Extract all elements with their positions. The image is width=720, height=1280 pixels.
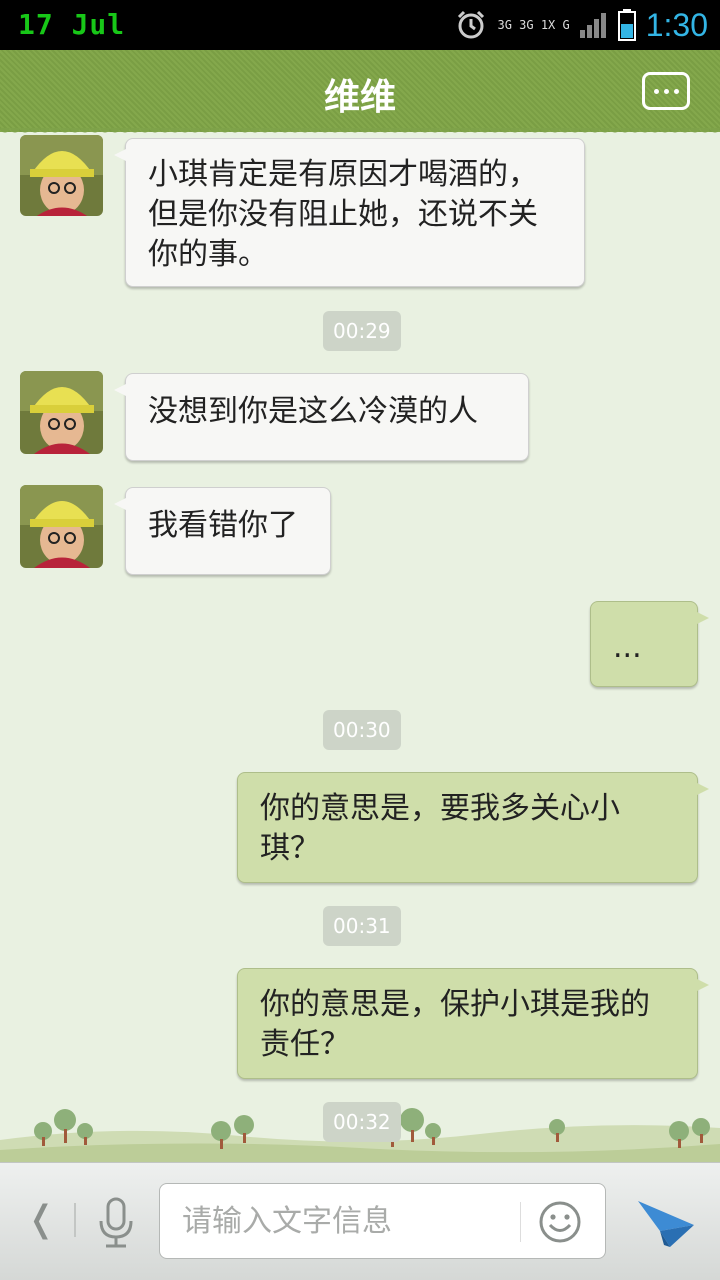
- network-indicator: 3G 3G 1X G: [497, 18, 570, 32]
- timestamp: 00:29: [323, 311, 401, 351]
- message-input-box[interactable]: [159, 1183, 606, 1259]
- message-bubble-outgoing[interactable]: ...: [590, 601, 709, 687]
- timestamp: 00:32: [323, 1102, 401, 1142]
- message-bubble-incoming[interactable]: 小琪肯定是有原因才喝酒的，但是你没有阻止她，还说不关你的事。: [114, 138, 585, 287]
- message-bubble-outgoing[interactable]: 你的意思是，要我多关心小琪？: [237, 772, 709, 883]
- message-text: 没想到你是这么冷漠的人: [148, 394, 478, 429]
- alarm-icon: [458, 10, 485, 39]
- message-text: 小琪肯定是有原因才喝酒的，但是你没有阻止她，还说不关你的事。: [148, 157, 538, 272]
- smiley-icon[interactable]: [538, 1200, 582, 1244]
- timestamp: 00:31: [323, 906, 401, 946]
- message-input[interactable]: [182, 1198, 512, 1244]
- message-bubble-incoming[interactable]: 没想到你是这么冷漠的人: [114, 373, 529, 461]
- message-bubble-outgoing[interactable]: 你的意思是，保护小琪是我的责任？: [237, 968, 709, 1079]
- chevron-left-icon[interactable]: ❬: [26, 1199, 56, 1240]
- message-text: 我看错你了: [148, 508, 298, 543]
- status-date: 17 Jul: [18, 8, 126, 41]
- message-text: 你的意思是，要我多关心小琪？: [260, 791, 620, 866]
- header-scalloped-edge: [0, 128, 720, 138]
- avatar-image: [20, 485, 103, 568]
- chat-header: 维维: [0, 50, 720, 132]
- divider: [74, 1203, 76, 1237]
- divider: [520, 1202, 521, 1242]
- chat-title: 维维: [323, 77, 396, 118]
- input-bar: ❬: [0, 1162, 720, 1280]
- paper-plane-send-icon[interactable]: [636, 1197, 696, 1251]
- contact-avatar[interactable]: [20, 485, 103, 568]
- message-text: ...: [613, 630, 642, 665]
- timestamp: 00:30: [323, 710, 401, 750]
- chat-menu-icon: [653, 88, 659, 94]
- chat-menu-button[interactable]: [642, 72, 690, 110]
- battery-icon: [617, 9, 636, 41]
- contact-avatar[interactable]: [20, 371, 103, 454]
- avatar-image: [20, 135, 103, 216]
- contact-avatar[interactable]: [20, 135, 103, 216]
- message-bubble-incoming[interactable]: 我看错你了: [114, 487, 331, 575]
- message-text: 你的意思是，保护小琪是我的责任？: [260, 987, 650, 1062]
- microphone-icon[interactable]: [96, 1197, 136, 1249]
- status-time: 1:30: [645, 6, 708, 43]
- avatar-image: [20, 371, 103, 454]
- signal-icon: [579, 13, 606, 38]
- status-bar: 17 Jul 3G 3G 1X G 1:30: [0, 0, 720, 50]
